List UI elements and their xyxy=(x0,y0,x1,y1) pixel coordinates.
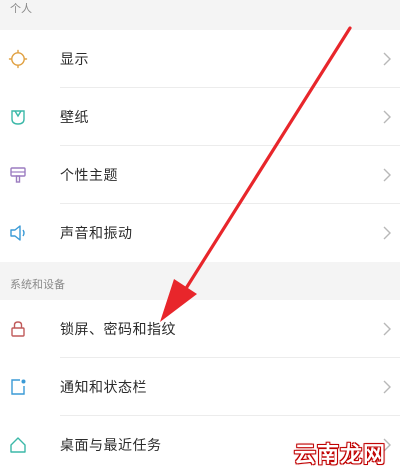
settings-item-notifications[interactable]: 通知和状态栏 xyxy=(0,358,400,416)
theme-brush-icon xyxy=(8,165,28,185)
section-header-personal: 个人 xyxy=(10,2,32,15)
chevron-right-icon xyxy=(382,51,392,67)
chevron-right-icon xyxy=(382,321,392,337)
settings-item-label: 桌面与最近任务 xyxy=(60,438,162,454)
settings-item-sound[interactable]: 声音和振动 xyxy=(0,204,400,262)
settings-item-wallpaper[interactable]: 壁纸 xyxy=(0,88,400,146)
settings-item-label: 锁屏、密码和指纹 xyxy=(60,322,176,338)
brightness-icon xyxy=(8,49,28,69)
wallpaper-icon xyxy=(8,107,28,127)
notification-icon xyxy=(8,377,28,397)
chevron-right-icon xyxy=(382,379,392,395)
chevron-right-icon xyxy=(382,109,392,125)
home-icon xyxy=(8,435,28,455)
settings-item-label: 壁纸 xyxy=(60,110,89,126)
settings-page: 个人 显示 壁纸 个性主题 声音和振动 系统和设备 锁屏、密码和指纹 通知和状态… xyxy=(0,0,400,473)
chevron-right-icon xyxy=(382,167,392,183)
settings-item-label: 通知和状态栏 xyxy=(60,380,147,396)
personal-group: 显示 壁纸 个性主题 声音和振动 xyxy=(0,30,400,262)
settings-item-label: 个性主题 xyxy=(60,168,118,184)
settings-item-display[interactable]: 显示 xyxy=(0,30,400,88)
settings-item-label: 声音和振动 xyxy=(60,226,133,242)
settings-item-lockscreen[interactable]: 锁屏、密码和指纹 xyxy=(0,300,400,358)
chevron-right-icon xyxy=(382,225,392,241)
settings-item-theme[interactable]: 个性主题 xyxy=(0,146,400,204)
watermark-logo: 云南龙网 xyxy=(293,443,386,468)
settings-item-label: 显示 xyxy=(60,52,89,68)
lock-icon xyxy=(8,319,28,339)
section-header-system: 系统和设备 xyxy=(10,278,65,291)
speaker-icon xyxy=(8,223,28,243)
